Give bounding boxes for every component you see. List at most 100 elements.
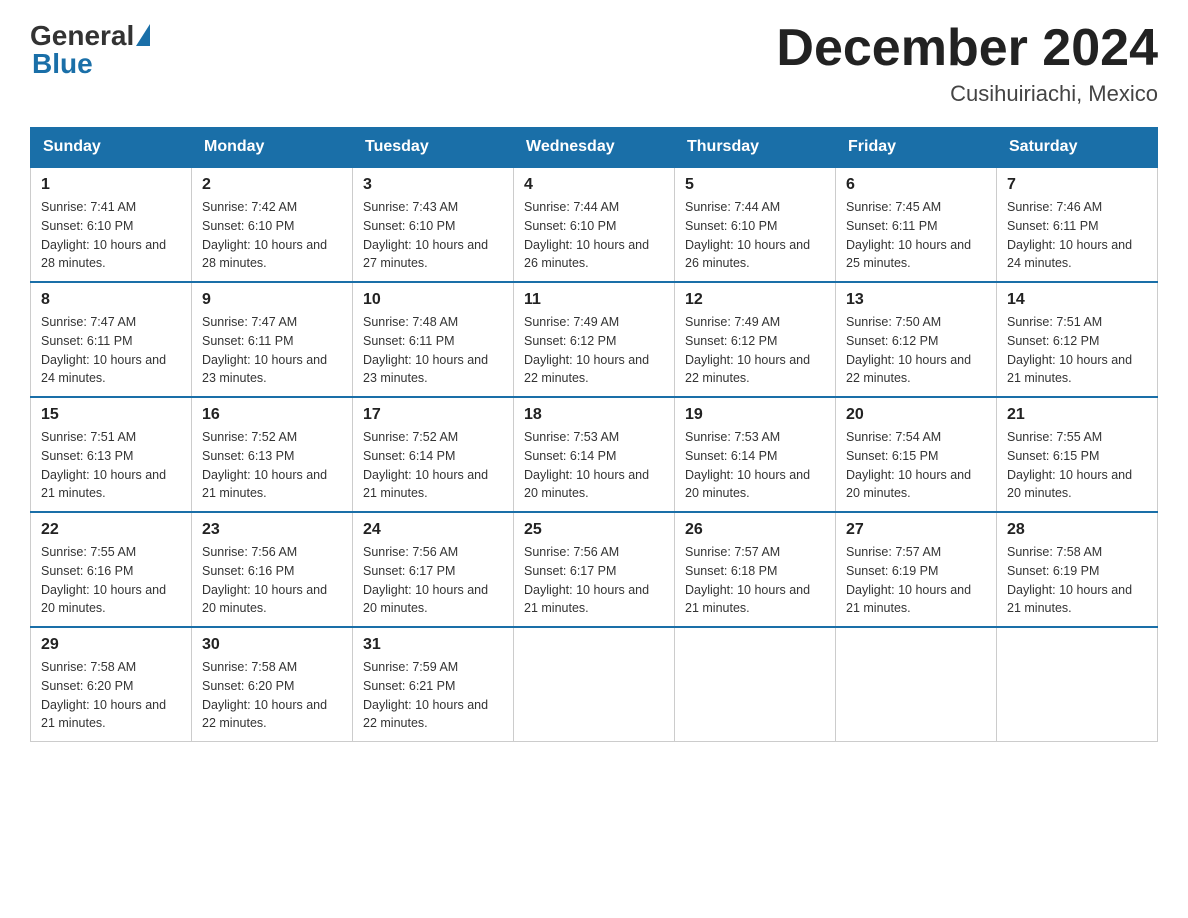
day-info: Sunrise: 7:52 AM Sunset: 6:13 PM Dayligh… xyxy=(202,428,342,503)
day-info: Sunrise: 7:55 AM Sunset: 6:16 PM Dayligh… xyxy=(41,543,181,618)
calendar-cell xyxy=(997,627,1158,742)
calendar-cell: 24 Sunrise: 7:56 AM Sunset: 6:17 PM Dayl… xyxy=(353,512,514,627)
day-number: 10 xyxy=(363,291,503,309)
day-info: Sunrise: 7:58 AM Sunset: 6:20 PM Dayligh… xyxy=(202,658,342,733)
weekday-header-monday: Monday xyxy=(192,128,353,168)
calendar-cell: 27 Sunrise: 7:57 AM Sunset: 6:19 PM Dayl… xyxy=(836,512,997,627)
day-number: 20 xyxy=(846,406,986,424)
day-info: Sunrise: 7:59 AM Sunset: 6:21 PM Dayligh… xyxy=(363,658,503,733)
logo-triangle-icon xyxy=(136,24,150,46)
weekday-header-row: SundayMondayTuesdayWednesdayThursdayFrid… xyxy=(31,128,1158,168)
calendar-cell: 29 Sunrise: 7:58 AM Sunset: 6:20 PM Dayl… xyxy=(31,627,192,742)
calendar-cell xyxy=(836,627,997,742)
day-number: 22 xyxy=(41,521,181,539)
day-number: 27 xyxy=(846,521,986,539)
day-number: 25 xyxy=(524,521,664,539)
day-info: Sunrise: 7:54 AM Sunset: 6:15 PM Dayligh… xyxy=(846,428,986,503)
calendar-cell: 15 Sunrise: 7:51 AM Sunset: 6:13 PM Dayl… xyxy=(31,397,192,512)
day-number: 18 xyxy=(524,406,664,424)
weekday-header-tuesday: Tuesday xyxy=(353,128,514,168)
day-info: Sunrise: 7:42 AM Sunset: 6:10 PM Dayligh… xyxy=(202,198,342,273)
calendar-cell: 12 Sunrise: 7:49 AM Sunset: 6:12 PM Dayl… xyxy=(675,282,836,397)
day-info: Sunrise: 7:49 AM Sunset: 6:12 PM Dayligh… xyxy=(685,313,825,388)
day-info: Sunrise: 7:51 AM Sunset: 6:13 PM Dayligh… xyxy=(41,428,181,503)
calendar-cell: 4 Sunrise: 7:44 AM Sunset: 6:10 PM Dayli… xyxy=(514,167,675,282)
calendar-cell: 5 Sunrise: 7:44 AM Sunset: 6:10 PM Dayli… xyxy=(675,167,836,282)
weekday-header-thursday: Thursday xyxy=(675,128,836,168)
day-info: Sunrise: 7:57 AM Sunset: 6:18 PM Dayligh… xyxy=(685,543,825,618)
day-number: 24 xyxy=(363,521,503,539)
week-row-3: 15 Sunrise: 7:51 AM Sunset: 6:13 PM Dayl… xyxy=(31,397,1158,512)
day-info: Sunrise: 7:55 AM Sunset: 6:15 PM Dayligh… xyxy=(1007,428,1147,503)
day-number: 23 xyxy=(202,521,342,539)
weekday-header-wednesday: Wednesday xyxy=(514,128,675,168)
calendar-cell: 21 Sunrise: 7:55 AM Sunset: 6:15 PM Dayl… xyxy=(997,397,1158,512)
calendar-cell: 11 Sunrise: 7:49 AM Sunset: 6:12 PM Dayl… xyxy=(514,282,675,397)
day-number: 14 xyxy=(1007,291,1147,309)
day-info: Sunrise: 7:53 AM Sunset: 6:14 PM Dayligh… xyxy=(685,428,825,503)
day-info: Sunrise: 7:47 AM Sunset: 6:11 PM Dayligh… xyxy=(202,313,342,388)
day-number: 17 xyxy=(363,406,503,424)
day-info: Sunrise: 7:58 AM Sunset: 6:20 PM Dayligh… xyxy=(41,658,181,733)
calendar-cell: 19 Sunrise: 7:53 AM Sunset: 6:14 PM Dayl… xyxy=(675,397,836,512)
day-number: 2 xyxy=(202,176,342,194)
calendar-cell: 25 Sunrise: 7:56 AM Sunset: 6:17 PM Dayl… xyxy=(514,512,675,627)
calendar-cell: 13 Sunrise: 7:50 AM Sunset: 6:12 PM Dayl… xyxy=(836,282,997,397)
week-row-4: 22 Sunrise: 7:55 AM Sunset: 6:16 PM Dayl… xyxy=(31,512,1158,627)
day-info: Sunrise: 7:58 AM Sunset: 6:19 PM Dayligh… xyxy=(1007,543,1147,618)
day-info: Sunrise: 7:43 AM Sunset: 6:10 PM Dayligh… xyxy=(363,198,503,273)
title-section: December 2024 Cusihuiriachi, Mexico xyxy=(776,20,1158,107)
calendar-cell: 26 Sunrise: 7:57 AM Sunset: 6:18 PM Dayl… xyxy=(675,512,836,627)
day-info: Sunrise: 7:41 AM Sunset: 6:10 PM Dayligh… xyxy=(41,198,181,273)
day-info: Sunrise: 7:56 AM Sunset: 6:17 PM Dayligh… xyxy=(363,543,503,618)
calendar-cell: 16 Sunrise: 7:52 AM Sunset: 6:13 PM Dayl… xyxy=(192,397,353,512)
calendar-cell: 17 Sunrise: 7:52 AM Sunset: 6:14 PM Dayl… xyxy=(353,397,514,512)
calendar-table: SundayMondayTuesdayWednesdayThursdayFrid… xyxy=(30,127,1158,742)
day-info: Sunrise: 7:53 AM Sunset: 6:14 PM Dayligh… xyxy=(524,428,664,503)
day-info: Sunrise: 7:56 AM Sunset: 6:16 PM Dayligh… xyxy=(202,543,342,618)
calendar-cell: 22 Sunrise: 7:55 AM Sunset: 6:16 PM Dayl… xyxy=(31,512,192,627)
day-info: Sunrise: 7:44 AM Sunset: 6:10 PM Dayligh… xyxy=(524,198,664,273)
day-info: Sunrise: 7:45 AM Sunset: 6:11 PM Dayligh… xyxy=(846,198,986,273)
calendar-cell: 8 Sunrise: 7:47 AM Sunset: 6:11 PM Dayli… xyxy=(31,282,192,397)
day-number: 11 xyxy=(524,291,664,309)
day-number: 30 xyxy=(202,636,342,654)
calendar-cell: 30 Sunrise: 7:58 AM Sunset: 6:20 PM Dayl… xyxy=(192,627,353,742)
calendar-cell: 14 Sunrise: 7:51 AM Sunset: 6:12 PM Dayl… xyxy=(997,282,1158,397)
day-number: 6 xyxy=(846,176,986,194)
calendar-cell xyxy=(514,627,675,742)
day-number: 12 xyxy=(685,291,825,309)
day-number: 21 xyxy=(1007,406,1147,424)
calendar-cell: 1 Sunrise: 7:41 AM Sunset: 6:10 PM Dayli… xyxy=(31,167,192,282)
day-number: 31 xyxy=(363,636,503,654)
day-info: Sunrise: 7:46 AM Sunset: 6:11 PM Dayligh… xyxy=(1007,198,1147,273)
calendar-cell: 7 Sunrise: 7:46 AM Sunset: 6:11 PM Dayli… xyxy=(997,167,1158,282)
day-number: 7 xyxy=(1007,176,1147,194)
weekday-header-friday: Friday xyxy=(836,128,997,168)
day-number: 9 xyxy=(202,291,342,309)
weekday-header-saturday: Saturday xyxy=(997,128,1158,168)
calendar-cell: 20 Sunrise: 7:54 AM Sunset: 6:15 PM Dayl… xyxy=(836,397,997,512)
day-number: 13 xyxy=(846,291,986,309)
calendar-cell: 3 Sunrise: 7:43 AM Sunset: 6:10 PM Dayli… xyxy=(353,167,514,282)
day-info: Sunrise: 7:56 AM Sunset: 6:17 PM Dayligh… xyxy=(524,543,664,618)
week-row-5: 29 Sunrise: 7:58 AM Sunset: 6:20 PM Dayl… xyxy=(31,627,1158,742)
day-info: Sunrise: 7:48 AM Sunset: 6:11 PM Dayligh… xyxy=(363,313,503,388)
calendar-cell xyxy=(675,627,836,742)
day-number: 15 xyxy=(41,406,181,424)
weekday-header-sunday: Sunday xyxy=(31,128,192,168)
day-info: Sunrise: 7:44 AM Sunset: 6:10 PM Dayligh… xyxy=(685,198,825,273)
calendar-cell: 28 Sunrise: 7:58 AM Sunset: 6:19 PM Dayl… xyxy=(997,512,1158,627)
day-number: 16 xyxy=(202,406,342,424)
calendar-cell: 2 Sunrise: 7:42 AM Sunset: 6:10 PM Dayli… xyxy=(192,167,353,282)
day-number: 4 xyxy=(524,176,664,194)
day-info: Sunrise: 7:49 AM Sunset: 6:12 PM Dayligh… xyxy=(524,313,664,388)
calendar-cell: 9 Sunrise: 7:47 AM Sunset: 6:11 PM Dayli… xyxy=(192,282,353,397)
calendar-cell: 18 Sunrise: 7:53 AM Sunset: 6:14 PM Dayl… xyxy=(514,397,675,512)
day-info: Sunrise: 7:50 AM Sunset: 6:12 PM Dayligh… xyxy=(846,313,986,388)
location-text: Cusihuiriachi, Mexico xyxy=(776,81,1158,107)
day-number: 5 xyxy=(685,176,825,194)
logo: General Blue xyxy=(30,20,150,80)
calendar-cell: 10 Sunrise: 7:48 AM Sunset: 6:11 PM Dayl… xyxy=(353,282,514,397)
day-number: 26 xyxy=(685,521,825,539)
